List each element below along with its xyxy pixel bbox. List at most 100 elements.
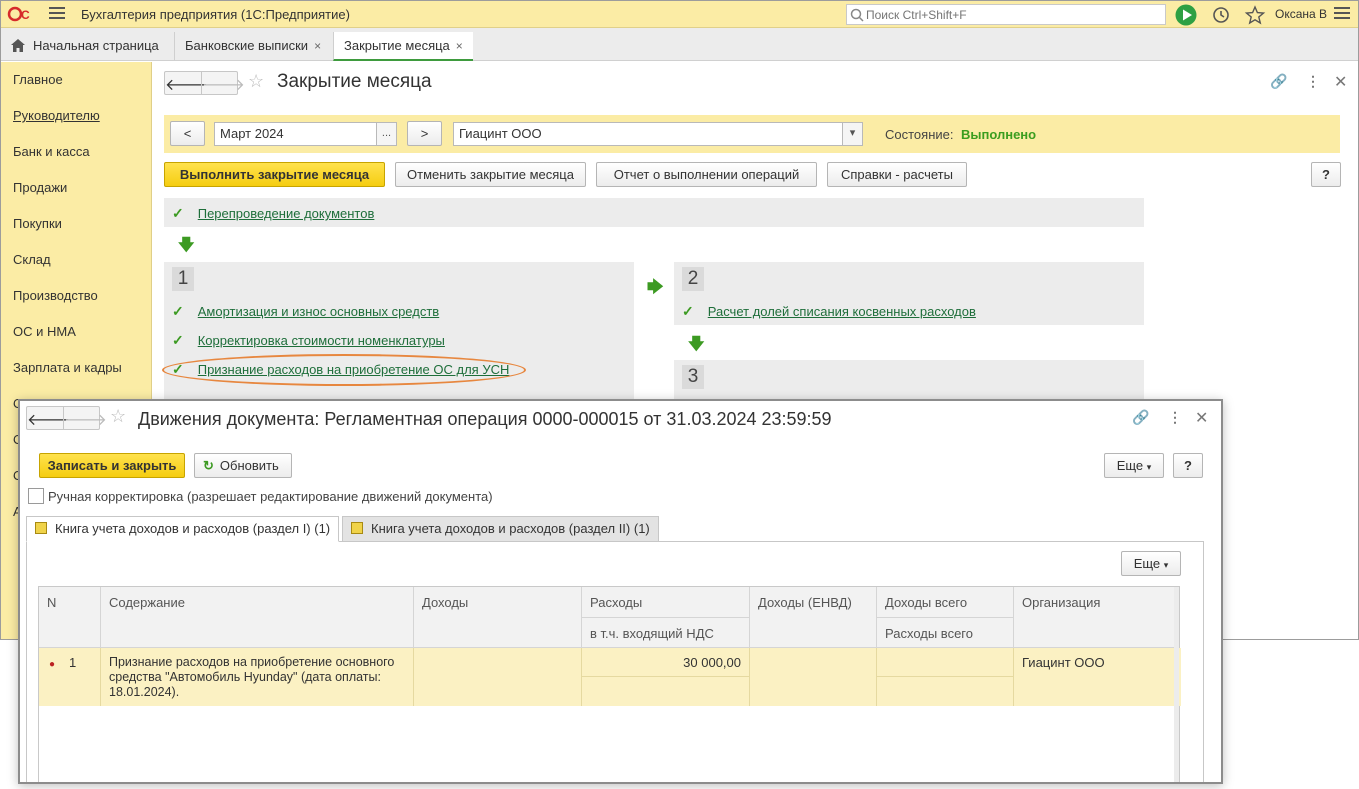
tab-book-section-1[interactable]: Книга учета доходов и расходов (раздел I… <box>26 516 340 542</box>
link-icon[interactable]: 🔗 <box>1132 409 1149 426</box>
refresh-icon: ↻ <box>203 458 214 473</box>
column-header-income[interactable]: Доходы <box>414 587 582 648</box>
column-header-income-envd[interactable]: Доходы (ЕНВД) <box>750 587 877 648</box>
back-icon[interactable]: 🡐 <box>165 74 208 95</box>
organization-cell[interactable]: Гиацинт ООО <box>1014 648 1176 706</box>
sidebar-item-salary[interactable]: Зарплата и кадры <box>13 360 122 375</box>
grid-more-button[interactable]: Еще ▾ <box>1121 551 1181 576</box>
column-header-expenses-total[interactable]: Расходы всего <box>877 618 1014 648</box>
refresh-button[interactable]: ↻ Обновить <box>194 453 292 478</box>
movements-table: N Содержание Доходы Расходы в т.ч. входя… <box>38 586 1181 782</box>
sidebar-item-warehouse[interactable]: Склад <box>13 252 51 267</box>
income-total-cell[interactable] <box>877 648 1014 677</box>
close-icon[interactable]: ✕ <box>1195 408 1208 428</box>
expenses-vat-cell[interactable] <box>582 677 750 706</box>
prev-period-button[interactable]: < <box>170 121 205 146</box>
sidebar-item-bank[interactable]: Банк и касса <box>13 144 90 159</box>
tab-book-section-2[interactable]: Книга учета доходов и расходов (раздел I… <box>342 516 659 542</box>
arrow-right-icon: 🡆 <box>647 279 664 296</box>
period-panel: < Март 2024 ... > Гиацинт ООО ▾ Состояни… <box>164 115 1340 153</box>
repost-link[interactable]: Перепроведение документов <box>198 206 375 221</box>
period-field[interactable]: Март 2024 ... <box>214 122 397 146</box>
income-envd-cell[interactable] <box>750 648 877 706</box>
next-period-button[interactable]: > <box>407 121 442 146</box>
expenses-cell[interactable]: 30 000,00 <box>582 648 750 677</box>
more-label: Еще <box>1133 556 1161 571</box>
more-button[interactable]: Еще ▾ <box>1104 453 1164 478</box>
step-2-block: 2 ✓ Расчет долей списания косвенных расхо… <box>674 262 1144 325</box>
organization-field[interactable]: Гиацинт ООО ▾ <box>453 122 863 146</box>
nav-buttons: 🡐 🡒 <box>26 406 107 430</box>
favorites-icon[interactable] <box>1244 4 1266 26</box>
manual-correction-label: Ручная корректировка (разрешает редактир… <box>48 489 493 504</box>
sidebar-item-manager[interactable]: Руководителю <box>13 108 100 123</box>
status-badge: Выполнено <box>961 127 1037 142</box>
sidebar-item-purchases[interactable]: Покупки <box>13 216 62 231</box>
column-header-content[interactable]: Содержание <box>101 587 414 648</box>
favorite-star-icon[interactable]: ☆ <box>110 406 126 427</box>
tab-bank-statements[interactable]: Банковские выписки × <box>174 32 331 61</box>
back-icon[interactable]: 🡐 <box>27 409 70 430</box>
history-icon[interactable] <box>1210 4 1232 26</box>
column-header-n[interactable]: N <box>39 587 101 648</box>
sidebar-item-production[interactable]: Производство <box>13 288 98 303</box>
1c-logo-icon: С <box>7 6 30 22</box>
column-header-expenses-vat[interactable]: в т.ч. входящий НДС <box>582 618 750 648</box>
cancel-month-close-button[interactable]: Отменить закрытие месяца <box>395 162 586 187</box>
forward-icon[interactable]: 🡒 <box>64 409 107 430</box>
close-icon[interactable]: × <box>456 39 463 53</box>
arrow-down-icon: 🡇 <box>178 237 195 254</box>
search-input[interactable] <box>866 6 1156 23</box>
main-menu-icon[interactable] <box>1334 7 1350 21</box>
favorite-star-icon[interactable]: ☆ <box>248 71 264 92</box>
more-icon[interactable]: ⋮ <box>1168 409 1182 426</box>
column-header-organization[interactable]: Организация <box>1014 587 1176 648</box>
close-icon[interactable]: × <box>314 39 321 53</box>
menu-icon[interactable] <box>49 7 65 21</box>
link-icon[interactable]: 🔗 <box>1270 73 1287 90</box>
row-marker-icon: ● <box>49 659 56 670</box>
title-bar: С Бухгалтерия предприятия (1С:Предприяти… <box>1 1 1358 28</box>
expenses-total-cell[interactable] <box>877 677 1014 706</box>
repost-block: ✓ Перепроведение документов <box>164 198 1144 227</box>
close-icon[interactable]: ✕ <box>1334 72 1347 92</box>
nav-buttons: 🡐 🡒 <box>164 71 245 95</box>
chevron-down-icon[interactable]: ▾ <box>842 123 862 145</box>
run-icon[interactable] <box>1175 4 1197 26</box>
more-icon[interactable]: ⋮ <box>1306 73 1320 90</box>
operation-link[interactable]: Расчет долей списания косвенных расходов <box>708 304 976 319</box>
tab-home[interactable]: Начальная страница <box>1 32 169 61</box>
sidebar-item-main[interactable]: Главное <box>13 72 63 87</box>
operations-report-button[interactable]: Отчет о выполнении операций <box>596 162 817 187</box>
step-number: 2 <box>682 267 704 291</box>
manual-correction-checkbox[interactable] <box>28 488 44 504</box>
tab-month-close[interactable]: Закрытие месяца × <box>333 32 473 61</box>
chevron-down-icon: ▾ <box>1146 462 1152 472</box>
app-title: Бухгалтерия предприятия (1С:Предприятие) <box>81 7 350 22</box>
save-and-close-button[interactable]: Записать и закрыть <box>39 453 185 478</box>
help-button[interactable]: ? <box>1311 162 1341 187</box>
run-month-close-button[interactable]: Выполнить закрытие месяца <box>164 162 385 187</box>
help-button[interactable]: ? <box>1173 453 1203 478</box>
user-name[interactable]: Оксана В <box>1275 7 1327 21</box>
check-icon: ✓ <box>172 332 184 348</box>
operation-link[interactable]: Корректировка стоимости номенклатуры <box>198 333 445 348</box>
content-cell[interactable]: Признание расходов на приобретение основ… <box>101 648 414 706</box>
vertical-scrollbar[interactable] <box>1174 587 1179 782</box>
operation-item: ✓ Корректировка стоимости номенклатуры <box>172 332 445 349</box>
operation-link[interactable]: Амортизация и износ основных средств <box>198 304 439 319</box>
forward-icon[interactable]: 🡒 <box>202 74 245 95</box>
column-header-income-total[interactable]: Доходы всего <box>877 587 1014 618</box>
repost-operation: ✓ Перепроведение документов <box>172 205 374 222</box>
income-cell[interactable] <box>414 648 582 706</box>
period-value: Март 2024 <box>220 126 284 141</box>
search-field[interactable] <box>846 4 1166 25</box>
period-select-button[interactable]: ... <box>376 123 396 145</box>
sidebar-item-sales[interactable]: Продажи <box>13 180 67 195</box>
sidebar-item-fixed-assets[interactable]: ОС и НМА <box>13 324 76 339</box>
column-header-expenses[interactable]: Расходы <box>582 587 750 618</box>
calculations-button[interactable]: Справки - расчеты <box>827 162 967 187</box>
tabs-bar: Начальная страница Банковские выписки × З… <box>1 28 1358 61</box>
state-label: Состояние: <box>885 127 954 142</box>
step-number: 3 <box>682 365 704 389</box>
